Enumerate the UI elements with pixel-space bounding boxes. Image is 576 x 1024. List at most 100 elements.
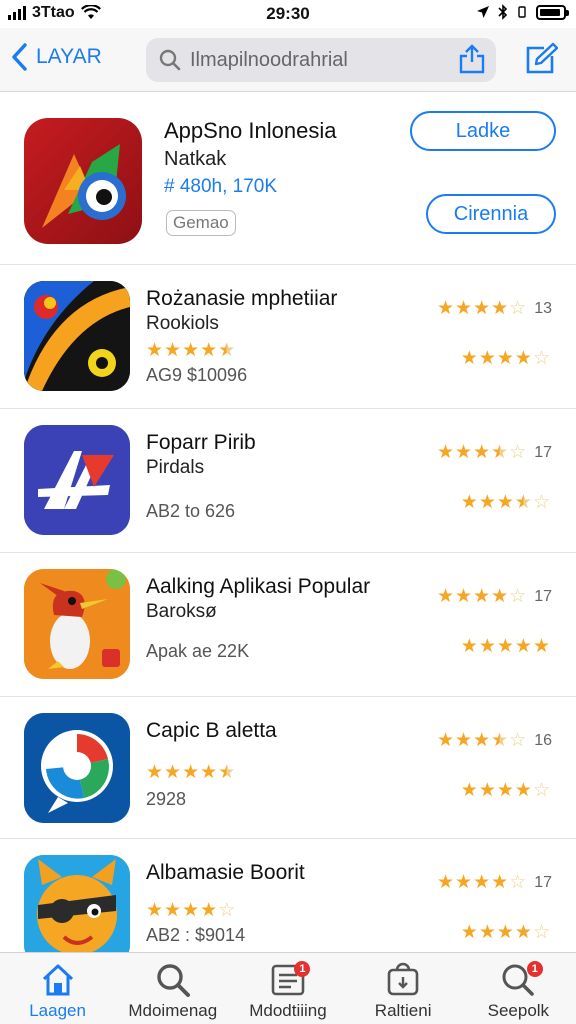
app-name: Capic B aletta [146,719,277,742]
star-icon: ★ [455,730,473,751]
star-icon: ☆ [532,780,550,801]
star-icon: ★ [514,636,532,657]
battery-level [540,8,560,16]
app-name: Foparr Pirib [146,431,256,454]
app-meta: AB2 : $9014 [146,925,246,945]
chevron-left-icon [12,43,27,71]
app-name: Aalking Aplikasi Popular [146,575,371,598]
featured-app-tag: Gemao [166,210,236,236]
star-icon: ★ [164,762,182,783]
star-icon: ★ [200,762,218,783]
featured-secondary-button[interactable]: Cirennia [426,194,556,234]
rating-top: ★ ★ ★ ★ ☆ 17 [437,871,552,894]
rating-top: ★ ★ ★ ★ ☆ 17 [437,585,552,608]
tab-label: Mdoimenag [128,1001,218,1020]
tab-search-alt[interactable]: 1 Seepolk [461,953,576,1024]
star-icon: ★ [473,586,491,607]
notification-badge: 1 [526,961,543,977]
rating-bottom-stars: ★ ★ ★ ★ ★ [461,635,550,658]
star-icon: ★ [478,636,496,657]
star-icon: ★ [436,872,455,893]
back-button[interactable]: LAYAR [10,42,102,72]
tab-apps[interactable]: Raltieni [346,953,461,1024]
star-icon: ☆ [509,298,527,319]
list-item[interactable]: Rożanasie mphetiiar Rookiols ★ ★ ★ ★ ★ AG9 $… [0,264,576,406]
star-icon: ★ [478,492,496,513]
star-icon: ★ [478,922,496,943]
star-icon: ★ [491,730,509,751]
tab-label: Seepolk [487,1001,550,1020]
rating-top-stars: ★ ★ ★ ★ ☆ [437,729,526,752]
rating-top: ★ ★ ★ ★ ☆ 13 [437,297,552,320]
star-icon: ★ [455,586,473,607]
home-icon [42,964,73,996]
star-icon: ★ [473,442,491,463]
compose-icon[interactable] [522,42,558,78]
star-icon: ★ [478,348,496,369]
star-icon: ★ [496,780,514,801]
app-icon [24,569,130,679]
featured-app-icon [24,118,142,244]
tab-updates[interactable]: 1 Mdodtiiing [230,953,345,1024]
app-rating-stars: ★ ★ ★ ★ ☆ [146,899,235,922]
tab-search[interactable]: Mdoimenag [115,953,230,1024]
search-icon [159,49,181,71]
featured-primary-button[interactable]: Ladke [410,111,556,151]
tab-label: Laagen [29,1001,86,1020]
star-icon: ★ [532,636,550,657]
app-meta: AG9 $10096 [146,365,248,385]
star-icon: ★ [164,340,182,361]
status-right [476,4,569,20]
tab-home[interactable]: Laagen [0,953,115,1024]
star-icon: ☆ [509,730,527,751]
star-icon: ★ [514,780,532,801]
featured-app-subtitle: Natkak [164,148,227,170]
app-rating-stars: ★ ★ ★ ★ ★ [146,339,235,362]
star-icon: ★ [496,492,514,513]
app-meta: Apak ae 22K [146,641,250,661]
app-rating-stars: ★ ★ ★ ★ ★ [146,761,235,784]
search-bar[interactable] [146,38,496,82]
star-icon: ★ [146,762,164,783]
search-input[interactable] [190,48,460,72]
rating-top-count: 17 [534,587,552,605]
app-meta: 2928 [146,789,187,809]
list-item[interactable]: Foparr Pirib Pirdals AB2 to 626 ★ ★ ★ ★ ☆ 17 … [0,408,576,550]
star-icon: ★ [514,922,532,943]
star-icon: ★ [182,340,200,361]
apps-icon [387,962,419,996]
star-icon: ☆ [532,492,550,513]
list-item[interactable]: Aalking Aplikasi Popular Baroksø Apak ae… [0,552,576,694]
app-name: Albamasie Boorit [146,861,305,884]
rating-top-count: 13 [534,299,552,317]
app-subtitle: Baroksø [146,601,217,622]
star-icon: ★ [491,298,509,319]
star-icon: ★ [473,872,491,893]
star-icon: ★ [491,442,509,463]
search-icon [157,964,190,997]
share-icon[interactable] [458,44,486,74]
app-icon [24,713,130,823]
tab-label: Mdodtiiing [249,1001,327,1020]
rating-top: ★ ★ ★ ★ ☆ 17 [437,441,552,464]
star-icon: ☆ [532,348,550,369]
rating-top-stars: ★ ★ ★ ★ ☆ [437,871,526,894]
star-icon: ☆ [532,922,550,943]
star-icon: ★ [436,586,455,607]
list-item[interactable]: Capic B aletta ★ ★ ★ ★ ★ 2928 ★ ★ ★ ★ ☆ 16 ★ ★ ★ ★ ☆ [0,696,576,838]
featured-app[interactable]: AppSno Inlonesia Natkak # 480h, 170K Gem… [0,94,576,262]
app-meta: AB2 to 626 [146,501,236,521]
star-icon: ★ [200,340,218,361]
list-item[interactable]: Albamasie Boorit ★ ★ ★ ★ ☆ AB2 : $9014 ★ ★ ★ ★ ☆… [0,838,576,952]
bluetooth-icon [498,4,508,20]
featured-app-meta: # 480h, 170K [164,176,278,197]
rating-top-stars: ★ ★ ★ ★ ☆ [437,297,526,320]
star-icon: ★ [473,298,491,319]
app-icon [24,425,130,535]
star-icon: ★ [218,340,236,361]
nav-bar: LAYAR [0,28,576,92]
star-icon: ☆ [509,586,527,607]
rating-top-count: 17 [534,443,552,461]
star-icon: ★ [478,780,496,801]
app-subtitle: Pirdals [146,457,205,478]
